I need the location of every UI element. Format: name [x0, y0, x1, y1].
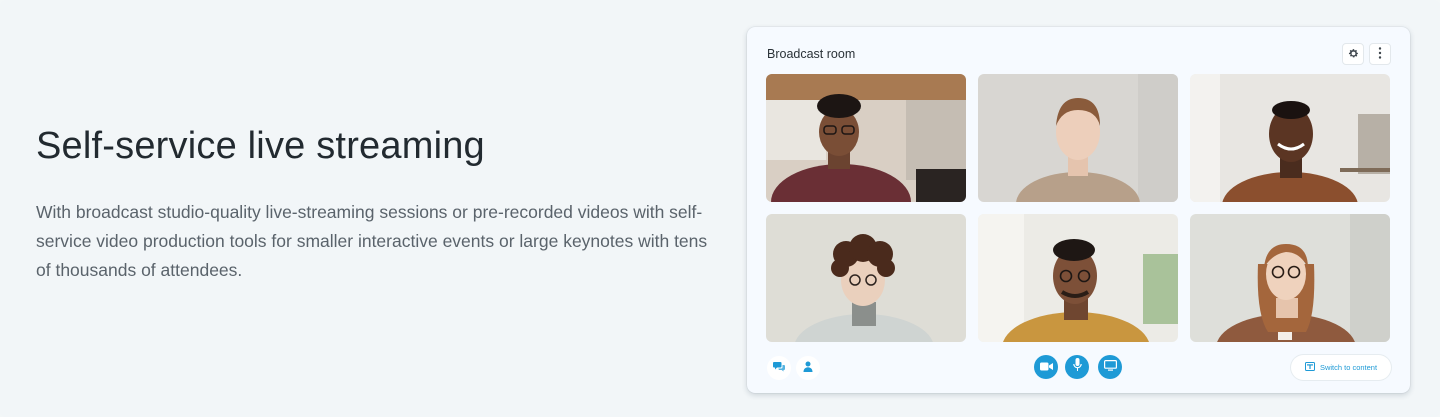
participant-5-video: [978, 214, 1178, 342]
participant-tile[interactable]: [1190, 214, 1390, 342]
participant-6-video: [1190, 214, 1390, 342]
participants-button[interactable]: [796, 356, 820, 380]
broadcast-room-card: Broadcast room Switch to content: [747, 27, 1410, 393]
gear-icon: [1348, 48, 1359, 61]
hero-title: Self-service live streaming: [36, 125, 485, 167]
more-options-button[interactable]: [1369, 43, 1391, 65]
microphone-toggle-button[interactable]: [1065, 355, 1089, 379]
participant-tile[interactable]: [1190, 74, 1390, 202]
chat-icon: [773, 359, 785, 377]
settings-button[interactable]: [1342, 43, 1364, 65]
participant-1-video: [766, 74, 966, 202]
broadcast-room-title: Broadcast room: [767, 47, 856, 61]
hero-section: Self-service live streaming With broadca…: [36, 122, 716, 285]
video-camera-icon: [1039, 358, 1053, 376]
switch-to-content-label: Switch to content: [1319, 363, 1378, 372]
participant-tile[interactable]: [766, 74, 966, 202]
participant-4-video: [766, 214, 966, 342]
camera-toggle-button[interactable]: [1034, 355, 1058, 379]
screen-share-button[interactable]: [1098, 355, 1122, 379]
participant-grid: [766, 74, 1390, 342]
kebab-menu-icon: [1378, 47, 1382, 61]
switch-to-content-button[interactable]: Switch to content: [1291, 355, 1391, 380]
participant-tile[interactable]: [978, 74, 1178, 202]
content-layout-icon: [1304, 362, 1315, 373]
screen-share-icon: [1103, 358, 1117, 376]
chat-button[interactable]: [767, 356, 791, 380]
person-icon: [803, 359, 813, 377]
participant-tile[interactable]: [766, 214, 966, 342]
participant-tile[interactable]: [978, 214, 1178, 342]
microphone-icon: [1072, 358, 1082, 376]
hero-description: With broadcast studio-quality live-strea…: [36, 202, 708, 280]
page-background: Self-service live streaming With broadca…: [0, 0, 1440, 417]
participant-3-video: [1190, 74, 1390, 202]
participant-2-video: [978, 74, 1178, 202]
